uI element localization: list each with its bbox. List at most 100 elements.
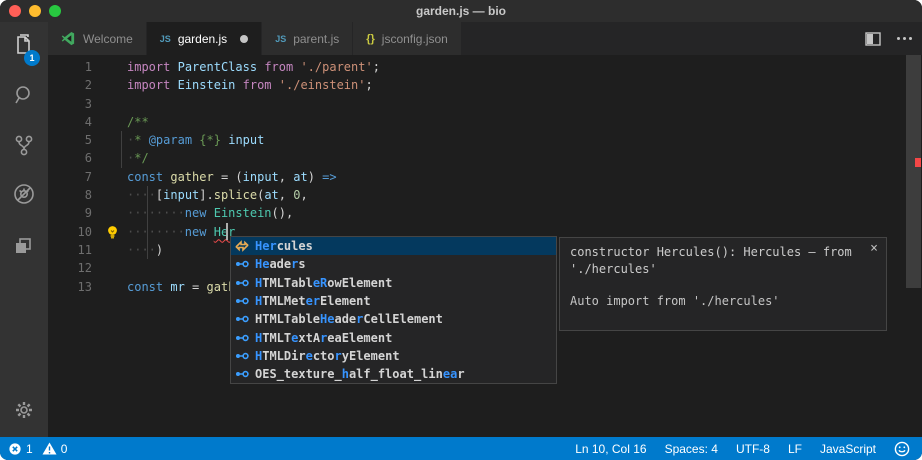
line-text: ········new Einstein(), (127, 204, 293, 222)
line-number: 1 (48, 58, 101, 76)
line-number: 4 (48, 113, 101, 131)
extensions-icon[interactable] (0, 225, 48, 265)
maximize-window-button[interactable] (49, 5, 61, 17)
code-line[interactable]: 9 ········new Einstein(), (48, 204, 905, 222)
line-number: 12 (48, 259, 101, 277)
tab-label: jsconfig.json (382, 32, 448, 46)
line-number: 8 (48, 186, 101, 204)
suggestion-label: Headers (255, 257, 306, 271)
title-bar: garden.js — bio (0, 0, 922, 22)
traffic-lights (9, 5, 61, 17)
close-icon[interactable]: × (870, 241, 878, 256)
suggestion-label: OES_texture_half_float_linear (255, 367, 465, 381)
status-item-utf-8[interactable]: UTF-8 (736, 442, 770, 456)
suggestion-item[interactable]: HTMLTableHeaderCellElement (231, 310, 556, 328)
line-number: 13 (48, 278, 101, 296)
suggestion-item[interactable]: OES_texture_half_float_linear (231, 365, 556, 383)
status-item-lf[interactable]: LF (788, 442, 802, 456)
suggestion-item[interactable]: HTMLMeterElement (231, 292, 556, 310)
code-line[interactable]: 4 /** (48, 113, 905, 131)
activity-bar: 1 (0, 22, 48, 437)
tab-parent-js[interactable]: JS parent.js (262, 22, 353, 55)
vscode-window: garden.js — bio 1 (0, 0, 922, 460)
glyph-margin (101, 58, 127, 76)
line-text: import Einstein from './einstein'; (127, 76, 373, 94)
suggestion-item[interactable]: HTMLTextAreaElement (231, 328, 556, 346)
warning-icon (42, 442, 57, 455)
split-editor-icon[interactable] (865, 32, 881, 46)
glyph-margin (101, 259, 127, 277)
tab-jsconfig-json[interactable]: {} jsconfig.json (353, 22, 462, 55)
source-control-icon[interactable] (0, 125, 48, 165)
close-window-button[interactable] (9, 5, 21, 17)
line-number: 3 (48, 95, 101, 113)
code-line[interactable]: 5·* @param {*} input (48, 131, 905, 149)
interface-symbol-icon (234, 293, 250, 309)
glyph-margin (101, 186, 127, 204)
interface-symbol-icon (234, 311, 250, 327)
tab-welcome[interactable]: Welcome (48, 22, 147, 55)
tab-garden-js[interactable]: JS garden.js (147, 22, 262, 55)
scrollbar-slider[interactable] (906, 55, 921, 288)
js-file-icon: JS (160, 34, 171, 44)
suggestion-label: HTMLDirectoryElement (255, 349, 400, 363)
line-number: 9 (48, 204, 101, 222)
modified-dot-icon[interactable] (240, 35, 248, 43)
line-text: ····[input].splice(at, 0, (127, 186, 308, 204)
code-line[interactable]: 6 ·*/ (48, 149, 905, 167)
error-count: 1 (26, 442, 33, 456)
glyph-margin (101, 113, 127, 131)
more-actions-icon[interactable] (897, 37, 912, 40)
code-line[interactable]: 2import Einstein from './einstein'; (48, 76, 905, 94)
explorer-icon[interactable]: 1 (0, 24, 48, 64)
code-line[interactable]: 3 (48, 95, 905, 113)
glyph-margin (101, 131, 127, 149)
status-item-ln-10-col-16[interactable]: Ln 10, Col 16 (575, 442, 646, 456)
suggestion-label: HTMLTableHeaderCellElement (255, 312, 443, 326)
search-icon[interactable] (0, 75, 48, 115)
error-icon (8, 442, 22, 456)
glyph-margin (101, 95, 127, 113)
editor-scrollbar[interactable] (905, 55, 922, 437)
error-overview-mark (915, 158, 921, 167)
line-text: const gather = (input, at) => (127, 168, 337, 186)
interface-symbol-icon (234, 330, 250, 346)
editor-pane[interactable]: 1import ParentClass from './parent';2imp… (48, 55, 922, 437)
lightbulb-icon[interactable] (101, 223, 127, 241)
explorer-badge: 1 (24, 50, 40, 66)
code-line[interactable]: 7const gather = (input, at) => (48, 168, 905, 186)
suggestion-doc: Auto import from './hercules' (570, 294, 876, 308)
code-line[interactable]: 1import ParentClass from './parent'; (48, 58, 905, 76)
debug-icon[interactable] (0, 174, 48, 214)
line-number: 11 (48, 241, 101, 259)
interface-symbol-icon (234, 256, 250, 272)
glyph-margin (101, 204, 127, 222)
settings-gear-icon[interactable] (0, 390, 48, 430)
tab-label: Welcome (83, 32, 133, 46)
vscode-logo-icon (61, 31, 76, 46)
suggestion-item[interactable]: Headers (231, 255, 556, 273)
suggestion-label: Hercules (255, 239, 313, 253)
window-title: garden.js — bio (416, 4, 506, 18)
status-item-javascript[interactable]: JavaScript (820, 442, 876, 456)
interface-symbol-icon (234, 366, 250, 382)
status-item-spaces-4[interactable]: Spaces: 4 (665, 442, 718, 456)
line-text: /** (127, 113, 149, 131)
line-text: ········new Her (127, 223, 235, 241)
glyph-margin (101, 149, 127, 167)
glyph-margin (101, 76, 127, 94)
feedback-smiley-icon[interactable] (894, 441, 910, 457)
suggest-widget: Hercules Headers HTMLTableRowElementHTMLMe… (230, 236, 557, 384)
status-right-items: Ln 10, Col 16 Spaces: 4 UTF-8 LF JavaScript (575, 441, 922, 457)
line-text: ·*/ (127, 149, 149, 167)
problems-status[interactable]: 1 0 (0, 442, 67, 456)
class-symbol-icon (234, 238, 250, 254)
tab-label: parent.js (293, 32, 339, 46)
minimize-window-button[interactable] (29, 5, 41, 17)
line-number: 6 (48, 149, 101, 167)
suggestion-item[interactable]: HTMLDirectoryElement (231, 347, 556, 365)
status-bar: 1 0 Ln 10, Col 16 Spaces: 4 UTF-8 LF JavaScr… (0, 437, 922, 460)
suggestion-item[interactable]: HTMLTableRowElement (231, 274, 556, 292)
suggestion-item[interactable]: Hercules (231, 237, 556, 255)
code-line[interactable]: 8 ····[input].splice(at, 0, (48, 186, 905, 204)
